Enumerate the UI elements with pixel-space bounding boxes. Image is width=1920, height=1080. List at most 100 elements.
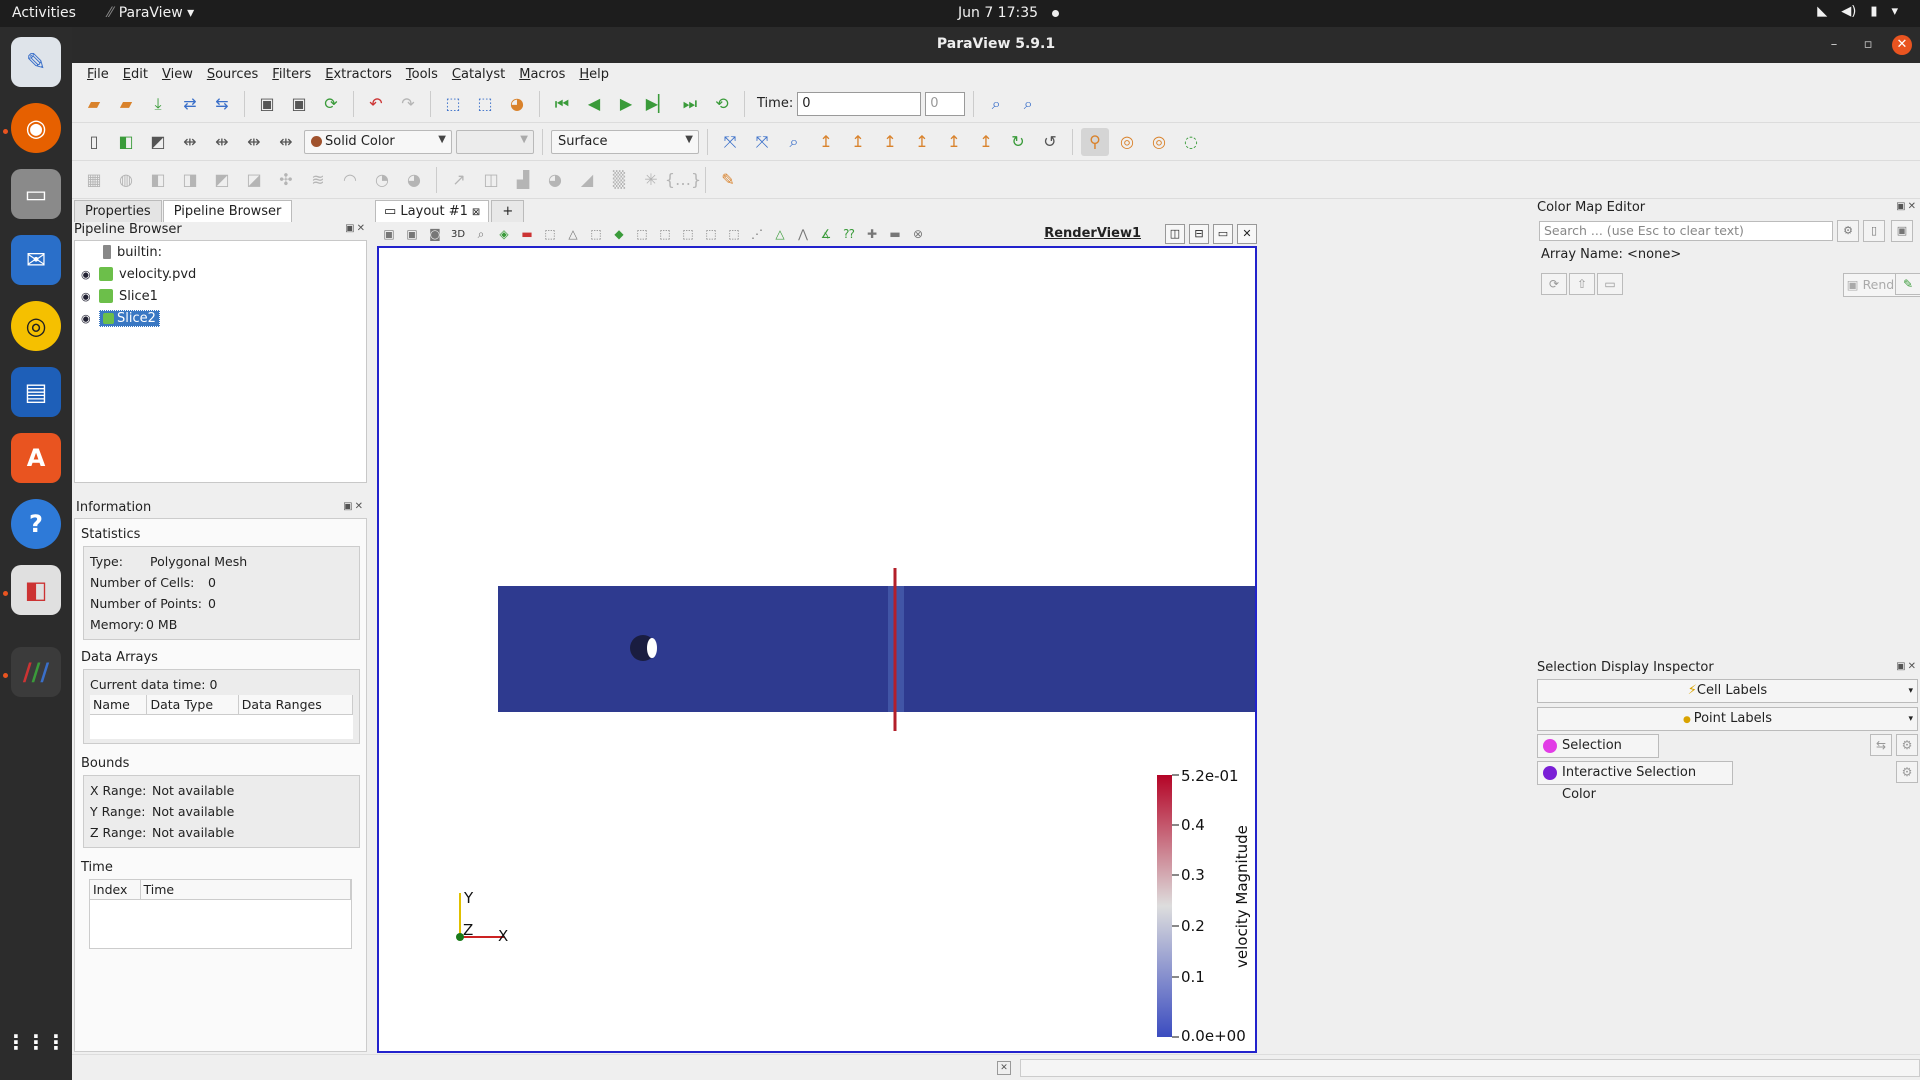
maximize-view-icon[interactable]: ▭ xyxy=(1213,224,1233,244)
menu-tools[interactable]: Tools xyxy=(399,67,445,82)
first-frame-icon[interactable]: ⏮ xyxy=(548,90,576,118)
rescale-visible-icon[interactable]: ⇹ xyxy=(240,128,268,156)
last-frame-icon[interactable]: ⏭ xyxy=(676,90,704,118)
split-vertical-icon[interactable]: ⊟ xyxy=(1189,224,1209,244)
document-viewer-icon[interactable]: ◧ xyxy=(11,565,61,615)
connect-icon[interactable]: ⇄ xyxy=(176,90,204,118)
reset-camera-icon[interactable]: ⤧ xyxy=(716,128,744,156)
menu-help[interactable]: Help xyxy=(572,67,616,82)
color-by-combo[interactable]: Solid Color ▼ xyxy=(304,129,452,154)
firefox-icon[interactable]: ◉ xyxy=(11,103,61,153)
warp-vector-icon[interactable]: ◠ xyxy=(336,166,364,194)
hover-points-icon[interactable]: ◆ xyxy=(609,224,629,244)
menu-extractors[interactable]: Extractors xyxy=(318,67,399,82)
menu-filters[interactable]: Filters xyxy=(265,67,318,82)
files-icon[interactable]: ▭ xyxy=(11,169,61,219)
pick-point-icon[interactable]: △ xyxy=(770,224,790,244)
pipeline-item-slice2[interactable]: ◉ Slice2 xyxy=(75,307,366,329)
render-canvas[interactable]: Y Z X 5.2e-01 0.4 0.3 0.2 0.1 0.0e+00 ve… xyxy=(379,248,1291,1051)
calculator-icon[interactable]: ▦ xyxy=(80,166,108,194)
select-cells-icon[interactable]: ◈ xyxy=(494,224,514,244)
gear-icon[interactable]: ⚙ xyxy=(1896,734,1918,756)
tab-layout-1[interactable]: ▭ Layout #1 ⊠ xyxy=(375,200,490,222)
select-points-icon[interactable]: ▬ xyxy=(517,224,537,244)
menu-sources[interactable]: Sources xyxy=(200,67,265,82)
load-state-icon[interactable]: ▣ xyxy=(285,90,313,118)
camera-redo-icon[interactable]: ⬚ xyxy=(471,90,499,118)
paraview-icon[interactable]: / / / xyxy=(11,647,61,697)
edit-icon[interactable]: ⋰ xyxy=(747,224,767,244)
python-script-icon[interactable]: {…} xyxy=(665,166,701,194)
view-plus-z-icon[interactable]: ↥ xyxy=(940,128,968,156)
interactive-selection-color-button[interactable]: Interactive Selection Color xyxy=(1537,761,1733,802)
toggle-color-legend-icon[interactable]: ▯ xyxy=(80,128,108,156)
edit-color-map-icon[interactable]: ◧ xyxy=(112,128,140,156)
system-tray[interactable]: ◣ ◀) ▮ ▾ xyxy=(1817,4,1898,19)
column-header[interactable]: Time xyxy=(140,879,351,900)
menu-catalyst[interactable]: Catalyst xyxy=(445,67,512,82)
interactive-select-icon[interactable]: ⬚ xyxy=(586,224,606,244)
pipeline-item-velocity[interactable]: ◉ velocity.pvd xyxy=(75,263,366,285)
app-menu[interactable]: ⁄⁄ ParaView ▾ xyxy=(108,5,194,21)
dock-buttons[interactable]: ▣✕ xyxy=(1896,661,1918,672)
rescale-custom-icon[interactable]: ⇹ xyxy=(176,128,204,156)
center-axes-icon[interactable]: ◎ xyxy=(1113,128,1141,156)
custom-range-icon[interactable]: ⇧ xyxy=(1569,273,1595,295)
data-range-icon[interactable]: ▭ xyxy=(1597,273,1623,295)
slice-icon[interactable]: ◨ xyxy=(176,166,204,194)
camera-undo-icon[interactable]: ⬚ xyxy=(439,90,467,118)
tab-properties[interactable]: Properties xyxy=(74,200,162,222)
view-minus-y-icon[interactable]: ↥ xyxy=(908,128,936,156)
writer-icon[interactable]: ▤ xyxy=(11,367,61,417)
extract-level-icon[interactable]: ◕ xyxy=(400,166,428,194)
new-layout-tab[interactable]: + xyxy=(491,200,525,222)
thunderbird-icon[interactable]: ✉ xyxy=(11,235,61,285)
temporal-icon[interactable]: ▒ xyxy=(605,166,633,194)
menu-macros[interactable]: Macros xyxy=(512,67,572,82)
capture-icon[interactable]: ▣ xyxy=(402,224,422,244)
pipeline-item-builtin[interactable]: builtin: xyxy=(75,241,366,263)
activities-button[interactable]: Activities xyxy=(12,5,76,21)
select-blocks-icon[interactable]: ⬚ xyxy=(655,224,675,244)
pick-center-icon[interactable]: ◎ xyxy=(1145,128,1173,156)
rescale-icon[interactable]: ⟳ xyxy=(1541,273,1567,295)
link-icon[interactable]: ⇆ xyxy=(1870,734,1892,756)
remove-icon[interactable]: ▬ xyxy=(885,224,905,244)
query-icon[interactable]: ⁇ xyxy=(839,224,859,244)
plot-data-icon[interactable]: ◕ xyxy=(541,166,569,194)
spreadsheet-find-icon[interactable]: ⌕ xyxy=(1014,90,1042,118)
camera-undo-icon[interactable]: ⌕ xyxy=(471,224,491,244)
histogram-icon[interactable]: ▟ xyxy=(509,166,537,194)
restore-icon[interactable]: ▯ xyxy=(1863,220,1885,242)
menu-file[interactable]: File xyxy=(80,67,116,82)
play-icon[interactable]: ▶ xyxy=(612,90,640,118)
plot-over-line-icon[interactable]: ↗ xyxy=(445,166,473,194)
rhythmbox-icon[interactable]: ◎ xyxy=(11,301,61,351)
annotate-icon[interactable]: ✳ xyxy=(637,166,665,194)
rescale-data-icon[interactable]: ⇹ xyxy=(272,128,300,156)
split-horizontal-icon[interactable]: ◫ xyxy=(1165,224,1185,244)
next-frame-icon[interactable]: ▶▏ xyxy=(644,90,672,118)
find-data-icon[interactable]: ⌕ xyxy=(982,90,1010,118)
save-preset-icon[interactable]: ▣ xyxy=(1891,220,1913,242)
undo-icon[interactable]: ↶ xyxy=(362,90,390,118)
render-view[interactable]: Y Z X 5.2e-01 0.4 0.3 0.2 0.1 0.0e+00 ve… xyxy=(377,246,1291,1053)
view-plus-y-icon[interactable]: ↥ xyxy=(876,128,904,156)
gear-icon[interactable]: ⚙ xyxy=(1896,761,1918,783)
software-center-icon[interactable]: A xyxy=(11,433,61,483)
clip-icon[interactable]: ◧ xyxy=(144,166,172,194)
rescale-temporal-icon[interactable]: ⇹ xyxy=(208,128,236,156)
auto-apply-icon[interactable]: ⟳ xyxy=(317,90,345,118)
search-input[interactable]: Search ... (use Esc to clear text) xyxy=(1539,221,1833,241)
eye-icon[interactable]: ◉ xyxy=(81,290,91,303)
disconnect-icon[interactable]: ⇆ xyxy=(208,90,236,118)
plot-selection-icon[interactable]: ⬚ xyxy=(701,224,721,244)
close-view-icon[interactable]: ✕ xyxy=(1237,224,1257,244)
eye-icon[interactable]: ◉ xyxy=(81,312,91,325)
reset-center-icon[interactable]: ◌ xyxy=(1177,128,1205,156)
view-minus-z-icon[interactable]: ↥ xyxy=(972,128,1000,156)
angle-icon[interactable]: ∡ xyxy=(816,224,836,244)
extract-selection-icon[interactable]: ⬚ xyxy=(678,224,698,244)
time-index-spinbox[interactable]: 0 xyxy=(925,91,966,116)
gear-icon[interactable]: ⚙ xyxy=(1837,220,1859,242)
